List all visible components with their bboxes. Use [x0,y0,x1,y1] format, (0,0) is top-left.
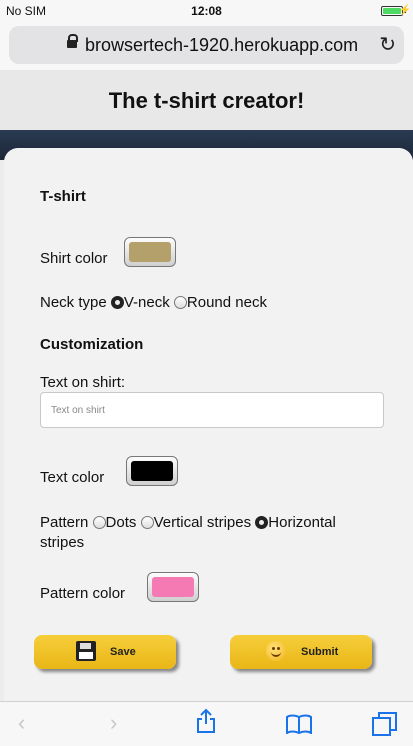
bookmarks-icon[interactable] [286,714,312,735]
round-neck-label: Round neck [186,294,267,311]
tabs-icon[interactable] [372,712,398,742]
lock-icon [67,34,78,48]
radio-v-neck[interactable] [110,296,124,309]
shirt-color-swatch [129,242,171,262]
text-color-picker[interactable] [126,456,178,486]
tshirt-heading: T-shirt [40,188,86,205]
page-title: The t-shirt creator! [108,88,305,113]
url-text[interactable]: browsertech-1920.herokuapp.com [85,35,358,56]
tshirt-form: T-shirt Shirt color Neck type V-neck Rou… [4,148,413,701]
neck-type-label: Neck type [40,294,107,311]
dots-label: Dots [105,514,137,531]
shirt-color-picker[interactable] [124,237,176,267]
floppy-disk-icon [76,641,96,661]
radio-horizontal-stripes[interactable] [255,516,269,529]
browser-toolbar: ‹ › [0,701,413,746]
text-color-swatch [131,461,173,481]
customization-heading: Customization [40,336,144,353]
text-on-shirt-input[interactable] [40,392,384,428]
back-icon[interactable]: ‹ [18,710,25,736]
reload-icon[interactable]: ↻ [379,32,396,57]
pattern-color-picker[interactable] [147,572,199,602]
text-color-label: Text color [40,469,105,486]
smiley-icon [266,641,286,661]
text-on-shirt-label: Text on shirt: [40,374,126,391]
radio-vertical-stripes[interactable] [140,516,154,529]
save-button-label: Save [110,646,136,658]
shirt-color-label: Shirt color [40,250,108,267]
horizontal-stripes-label: Horizontal [268,514,336,531]
clock: 12:08 [191,4,222,18]
save-button[interactable]: Save [34,635,176,669]
radio-dots[interactable] [92,516,106,529]
forward-icon[interactable]: › [110,710,117,736]
horizontal-stripes-label-wrap: stripes [40,534,85,551]
status-bar: No SIM 12:08 ⚡ [0,0,413,22]
vertical-stripes-label: Vertical stripes [153,514,252,531]
radio-round-neck[interactable] [173,296,187,309]
submit-button[interactable]: Submit [230,635,372,669]
neck-type-group: Neck type V-neck Round neck [40,294,267,311]
pattern-color-swatch [152,577,194,597]
v-neck-label: V-neck [123,294,170,311]
pattern-color-label: Pattern color [40,585,126,602]
pattern-label: Pattern [40,514,89,531]
share-icon[interactable] [196,708,216,740]
charging-icon: ⚡ [398,5,411,16]
pattern-group: Pattern Dots Vertical stripes Horizontal [40,514,390,531]
page-header: The t-shirt creator! [0,70,413,130]
submit-button-label: Submit [301,646,339,658]
address-bar[interactable]: browsertech-1920.herokuapp.com ↻ [9,26,404,64]
browser-address-area: browsertech-1920.herokuapp.com ↻ [0,22,413,70]
